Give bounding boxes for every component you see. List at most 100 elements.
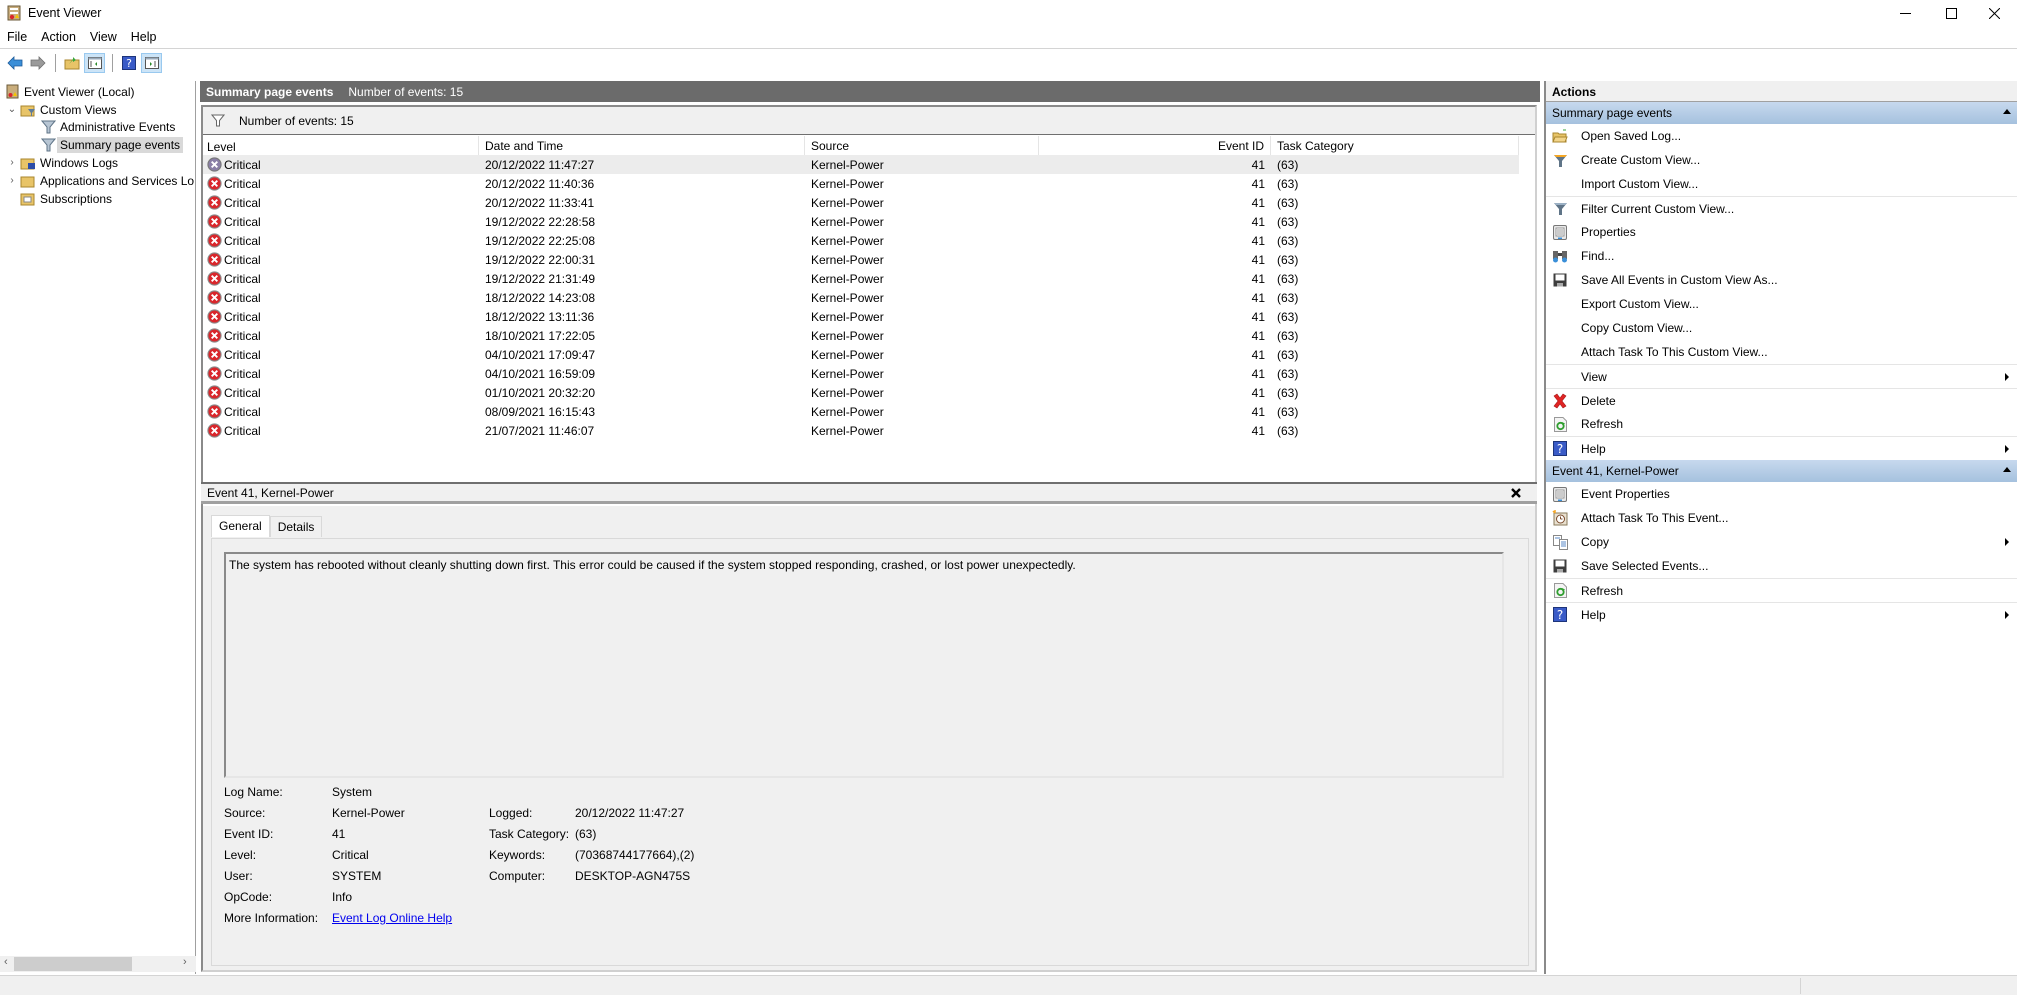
action-item-copy[interactable]: Copy [1546,530,2017,554]
action-item-save-selected-events[interactable]: Save Selected Events... [1546,554,2017,578]
show-hide-console-tree-button[interactable] [84,53,105,73]
cell-event-id: 41 [1251,385,1265,400]
table-row[interactable]: Critical 19/12/2022 21:31:49 Kernel-Power 4… [203,269,1519,288]
cell-task-category: (63) [1277,404,1299,419]
table-row[interactable]: Critical 19/12/2022 22:28:58 Kernel-Power 4… [203,212,1519,231]
menu-action[interactable]: Action [34,27,83,49]
close-button[interactable] [1971,0,2017,26]
cell-event-id: 41 [1251,233,1265,248]
table-row[interactable]: Critical 18/12/2022 14:23:08 Kernel-Power 4… [203,288,1519,307]
action-label: Refresh [1581,417,1624,431]
action-item-refresh[interactable]: Refresh [1546,578,2017,602]
cell-source: Kernel-Power [811,385,884,400]
cell-level: Critical [203,290,479,305]
tree-item-administrative-events[interactable]: Administrative Events [40,118,175,135]
action-item-open-saved-log[interactable]: Open Saved Log... [1546,124,2017,148]
table-row[interactable]: Critical 20/12/2022 11:40:36 Kernel-Power 4… [203,174,1519,193]
help-button[interactable]: ? [118,53,139,73]
actions-section-header[interactable]: Summary page events [1546,102,2017,124]
table-row[interactable]: Critical 04/10/2021 17:09:47 Kernel-Power 4… [203,345,1519,364]
menu-help[interactable]: Help [124,27,164,49]
scrollbar-thumb[interactable] [14,957,132,971]
show-hide-action-pane-icon [144,57,159,69]
table-row[interactable]: Critical 19/12/2022 22:00:31 Kernel-Power 4… [203,250,1519,269]
task-clock-icon [1552,510,1568,526]
tree-item-windows-logs[interactable]: › Windows Logs [6,154,118,171]
level-text: Critical [224,404,261,419]
tab-details[interactable]: Details [269,516,323,537]
action-item-delete[interactable]: Delete [1546,388,2017,412]
action-item-export-custom-view[interactable]: Export Custom View... [1546,292,2017,316]
filter-bar: Number of events: 15 [203,107,1535,135]
action-item-find[interactable]: Find... [1546,244,2017,268]
table-row[interactable]: Critical 18/10/2021 17:22:05 Kernel-Power 4… [203,326,1519,345]
up-folder-button[interactable] [61,53,82,73]
tree-item-applications-and-services-logs[interactable]: › Applications and Services Lo [6,172,194,189]
minimize-button[interactable] [1882,0,1928,26]
cell-level: Critical [203,385,479,400]
action-item-attach-task-to-this-event[interactable]: Attach Task To This Event... [1546,506,2017,530]
table-row[interactable]: Critical 19/12/2022 22:25:08 Kernel-Power 4… [203,231,1519,250]
column-header-level[interactable]: Level [203,136,479,155]
toolbar-separator [112,54,113,72]
collapse-arrow-icon[interactable] [2003,109,2011,114]
table-row[interactable]: Critical 20/12/2022 11:33:41 Kernel-Power 4… [203,193,1519,212]
action-item-help[interactable]: ? Help [1546,436,2017,460]
scroll-left-icon[interactable]: ‹ [4,956,8,968]
collapse-arrow-icon[interactable] [2003,467,2011,472]
action-label: Attach Task To This Custom View... [1581,345,1768,359]
table-row[interactable]: Critical 01/10/2021 20:32:20 Kernel-Power 4… [203,383,1519,402]
tree-horizontal-scrollbar[interactable]: ‹ › [0,956,196,972]
column-header-source[interactable]: Source [805,136,1039,155]
column-header-task-category[interactable]: Task Category [1271,136,1519,155]
event-log-online-help-link[interactable]: Event Log Online Help [332,911,452,925]
show-hide-action-pane-button[interactable] [141,53,162,73]
tree-label: Administrative Events [60,119,176,134]
maximize-button[interactable] [1928,0,1974,26]
chevron-right-icon[interactable]: › [6,175,18,187]
action-item-event-properties[interactable]: Event Properties [1546,482,2017,506]
action-item-properties[interactable]: Properties [1546,220,2017,244]
action-item-save-all-events-in-custom-view-as[interactable]: Save All Events in Custom View As... [1546,268,2017,292]
task-category-label: Task Category: [489,827,570,841]
action-item-copy-custom-view[interactable]: Copy Custom View... [1546,316,2017,340]
tab-general[interactable]: General [211,515,270,537]
table-row[interactable]: Critical 21/07/2021 11:46:07 Kernel-Power 4… [203,421,1519,440]
back-button[interactable] [4,53,25,73]
table-row[interactable]: Critical 18/12/2022 13:11:36 Kernel-Power 4… [203,307,1519,326]
action-item-view[interactable]: View [1546,364,2017,388]
submenu-arrow-icon [2005,538,2009,546]
filter-icon [1552,201,1568,217]
action-item-attach-task-to-this-custom-view[interactable]: Attach Task To This Custom View... [1546,340,2017,364]
menu-view[interactable]: View [83,27,124,49]
column-header-event-id[interactable]: Event ID [1039,136,1271,155]
tree-item-custom-views[interactable]: ⌄ Custom Views [6,101,117,118]
close-icon[interactable] [1509,486,1523,500]
table-row[interactable]: Critical 20/12/2022 11:47:27 Kernel-Power 4… [203,155,1519,174]
chevron-down-icon[interactable]: ⌄ [6,104,18,116]
action-item-create-custom-view[interactable]: Create Custom View... [1546,148,2017,172]
chevron-right-icon[interactable]: › [6,157,18,169]
action-item-import-custom-view[interactable]: Import Custom View... [1546,172,2017,196]
cell-source: Kernel-Power [811,366,884,381]
action-item-filter-current-custom-view[interactable]: Filter Current Custom View... [1546,196,2017,220]
submenu-arrow-icon [2005,611,2009,619]
action-item-refresh[interactable]: Refresh [1546,412,2017,436]
table-row[interactable]: Critical 08/09/2021 16:15:43 Kernel-Power 4… [203,402,1519,421]
action-item-help[interactable]: ? Help [1546,602,2017,626]
menu-file[interactable]: File [0,27,34,49]
column-header-date-time[interactable]: Date and Time [479,136,805,155]
actions-section-header[interactable]: Event 41, Kernel-Power [1546,460,2017,482]
properties-icon [1552,224,1568,240]
tree-item-summary-page-events[interactable]: Summary page events [40,136,184,153]
table-row[interactable]: Critical 04/10/2021 16:59:09 Kernel-Power 4… [203,364,1519,383]
level-text: Critical [224,290,261,305]
event-description[interactable]: The system has rebooted without cleanly … [224,552,1504,778]
actions-pane: Actions Summary page events Open Saved Lo… [1544,81,2017,974]
action-label: Copy Custom View... [1581,321,1693,335]
scroll-right-icon[interactable]: › [183,956,187,968]
tree-item-event-viewer-local[interactable]: Event Viewer (Local) [4,83,135,100]
section-title: Summary page events [1552,106,1673,120]
tree-item-subscriptions[interactable]: Subscriptions [20,190,112,207]
forward-button[interactable] [27,53,48,73]
